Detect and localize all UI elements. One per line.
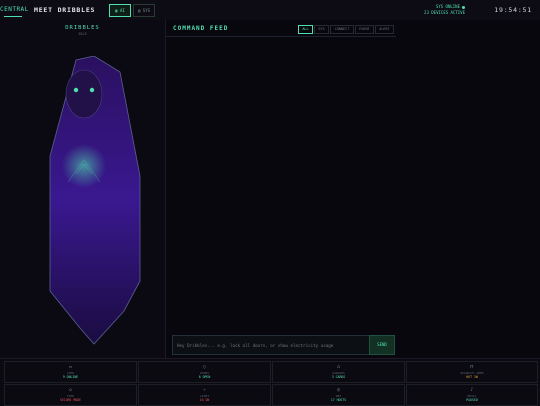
online-dot-icon <box>462 5 465 9</box>
lock-icon: ⊓ <box>470 364 474 370</box>
command-feed-title: COMMAND FEED <box>173 25 229 32</box>
ai-mode-chip[interactable]: ▣ AI <box>109 4 131 17</box>
door-icon: ▯ <box>202 364 206 370</box>
shield-icon: ◇ <box>68 387 72 393</box>
tab-event[interactable]: EVENT <box>355 25 374 34</box>
music-tile[interactable]: ♪ MUSIC PAUSED <box>406 384 538 406</box>
top-bar: CENTRAL MEET DRIBBLES ▣ AI ▤ SYS SYS ONL… <box>0 0 540 21</box>
tile-value: 9 ONLINE <box>62 375 79 379</box>
music-icon: ♪ <box>470 387 474 393</box>
cams-tile[interactable]: ▭ CAMS 9 ONLINE <box>4 361 137 383</box>
brand-tab[interactable]: CENTRAL <box>0 6 29 13</box>
tab-connect[interactable]: CONNECT <box>330 25 354 34</box>
tab-alert[interactable]: ALERT <box>375 25 394 34</box>
tile-value: 16 ON <box>199 398 210 402</box>
tile-value: 3 CARDS <box>331 375 346 379</box>
assistant-status: IDLE <box>78 32 87 36</box>
devices-active-label: 23 DEVICES ACTIVE <box>424 9 465 15</box>
garage-icon: ⌂ <box>336 364 340 370</box>
command-feed-panel: COMMAND FEED ALL SYS CONNECT EVENT ALERT… <box>166 20 540 358</box>
online-status-label: SYS ONLINE <box>435 4 460 9</box>
assistant-avatar <box>49 56 141 345</box>
camera-icon: ▭ <box>68 364 72 370</box>
tile-value: SECURE MODE <box>59 398 82 402</box>
assistant-name: DRIBBLES <box>65 25 100 31</box>
sys-mode-chip[interactable]: ▤ SYS <box>133 4 155 17</box>
tile-value: PAUSED <box>466 398 478 402</box>
doors-tile[interactable]: ▯ DOORS 6 OPEN <box>138 361 271 383</box>
tier-tile[interactable]: ◇ TIER SECURE MODE <box>4 384 137 406</box>
security-tile[interactable]: ⊓ SECURITY ARMS HOT 3W <box>406 361 538 383</box>
command-input[interactable] <box>177 340 363 350</box>
tab-all[interactable]: ALL <box>298 25 313 34</box>
net-tile[interactable]: ◎ NET 17 HOSTS <box>272 384 405 406</box>
tile-value: 17 HOSTS <box>330 398 347 402</box>
tile-value: 6 OPEN <box>198 375 211 379</box>
garages-tile[interactable]: ⌂ GARAGES 3 CARDS <box>272 361 405 383</box>
command-input-box <box>172 335 370 355</box>
clock: 19:54:51 <box>494 6 532 14</box>
page-title: MEET DRIBBLES <box>34 6 96 14</box>
brand-tab-underline <box>4 16 22 17</box>
tab-sys[interactable]: SYS <box>314 25 329 34</box>
assistant-panel: DRIBBLES IDLE 213 118 NEW 1,208 ◂ <box>0 20 166 375</box>
wifi-icon: ◎ <box>336 387 340 393</box>
light-icon: ✧ <box>202 387 206 393</box>
device-status-bar: ▭ CAMS 9 ONLINE ▯ DOORS 6 OPEN ⌂ GARAGES… <box>0 358 540 406</box>
system-status: SYS ONLINE 23 DEVICES ACTIVE <box>424 4 465 15</box>
tile-value: HOT 3W <box>466 375 478 379</box>
light-tile[interactable]: ✧ LIGHT 16 ON <box>138 384 271 406</box>
send-button[interactable]: SEND <box>369 335 395 355</box>
